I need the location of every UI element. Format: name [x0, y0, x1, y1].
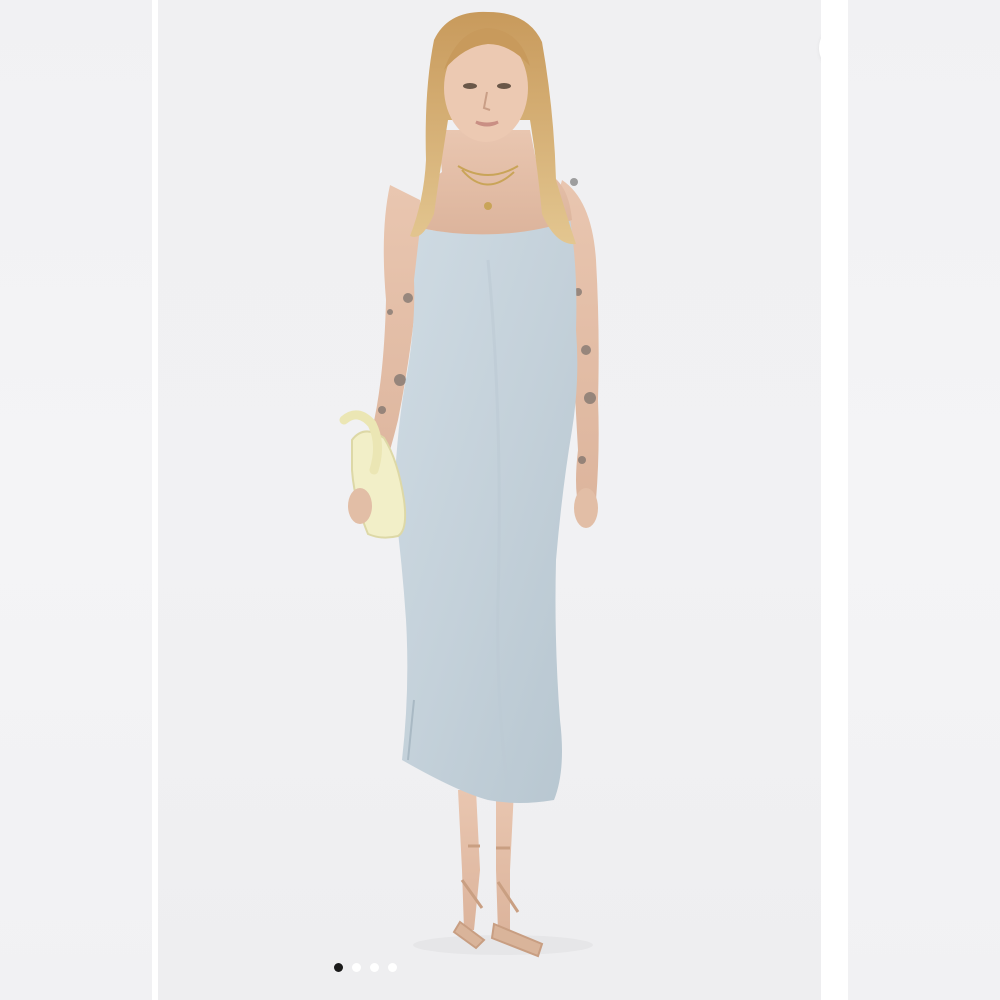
left-leg	[458, 790, 480, 930]
slip-dress	[394, 218, 578, 803]
carousel-dot[interactable]	[370, 963, 379, 972]
carousel-indicators	[334, 963, 397, 972]
carousel-dot[interactable]	[352, 963, 361, 972]
model-photo	[339, 11, 599, 958]
pendant	[484, 202, 492, 210]
background-blur-left	[0, 0, 153, 1000]
right-leg	[496, 790, 514, 932]
right-hand	[348, 488, 372, 524]
carousel-dot[interactable]	[388, 963, 397, 972]
right-eye	[497, 83, 511, 89]
photo-border-right	[821, 0, 848, 1000]
listing-photo[interactable]: 118	[158, 0, 821, 1000]
left-hand	[574, 488, 598, 528]
carousel-dot[interactable]	[334, 963, 343, 972]
background-blur-right	[848, 0, 1000, 1000]
left-eye	[463, 83, 477, 89]
